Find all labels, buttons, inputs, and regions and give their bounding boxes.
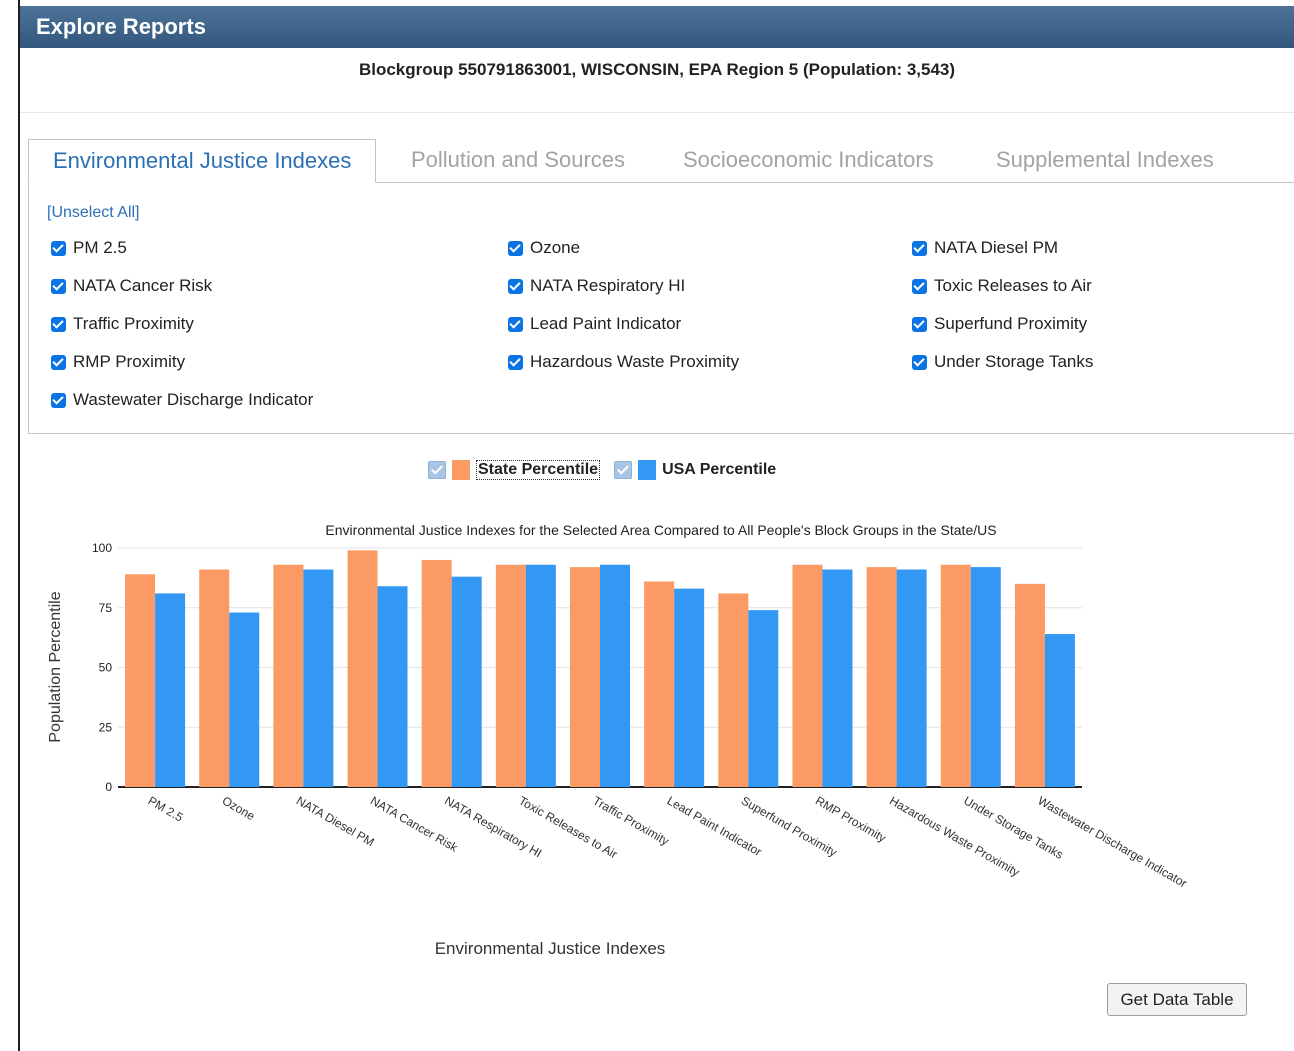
- bar-state[interactable]: [273, 564, 304, 787]
- tab-environmental-justice-indexes[interactable]: Environmental Justice Indexes: [28, 139, 377, 183]
- bar-usa[interactable]: [155, 593, 186, 787]
- x-tick-label: RMP Proximity: [813, 793, 889, 845]
- y-tick-label: 75: [99, 601, 113, 615]
- x-tick-label: Hazardous Waste Proximity: [887, 793, 1022, 879]
- bar-usa[interactable]: [451, 576, 482, 787]
- x-tick-label: Ozone: [220, 793, 258, 823]
- x-tick-label: Wastewater Discharge Indicator: [1035, 793, 1189, 890]
- bar-state[interactable]: [495, 564, 526, 787]
- chart-title: Environmental Justice Indexes for the Se…: [325, 522, 996, 538]
- bar-state[interactable]: [570, 567, 600, 787]
- bar-state[interactable]: [1014, 583, 1045, 787]
- bar-state[interactable]: [347, 550, 378, 787]
- bar-usa[interactable]: [229, 612, 260, 787]
- bar-usa[interactable]: [600, 564, 630, 787]
- bar-usa[interactable]: [970, 567, 1001, 787]
- bar-state[interactable]: [792, 564, 823, 787]
- bar-state[interactable]: [644, 581, 675, 787]
- x-tick-label: PM 2.5: [146, 793, 186, 824]
- y-tick-label: 0: [105, 780, 112, 794]
- bar-usa[interactable]: [674, 588, 705, 787]
- y-tick-label: 25: [99, 720, 113, 734]
- bar-state[interactable]: [718, 593, 749, 787]
- bar-state[interactable]: [125, 574, 156, 787]
- bar-state[interactable]: [940, 564, 971, 787]
- x-tick-label: NATA Diesel PM: [294, 793, 377, 849]
- bar-usa[interactable]: [525, 564, 556, 787]
- bar-usa[interactable]: [1044, 634, 1075, 787]
- y-tick-label: 50: [99, 661, 113, 675]
- bar-state[interactable]: [199, 569, 230, 787]
- bar-state[interactable]: [421, 559, 452, 787]
- bar-usa[interactable]: [896, 569, 927, 787]
- bar-usa[interactable]: [748, 610, 779, 787]
- y-tick-label: 100: [92, 541, 112, 555]
- y-axis-label: Population Percentile: [47, 591, 64, 742]
- bar-usa[interactable]: [303, 569, 334, 787]
- bar-usa[interactable]: [822, 569, 853, 787]
- bar-usa[interactable]: [377, 586, 408, 787]
- x-axis-label: Environmental Justice Indexes: [435, 939, 666, 958]
- get-data-table-button[interactable]: Get Data Table: [1107, 983, 1247, 1016]
- bar-state[interactable]: [866, 567, 897, 787]
